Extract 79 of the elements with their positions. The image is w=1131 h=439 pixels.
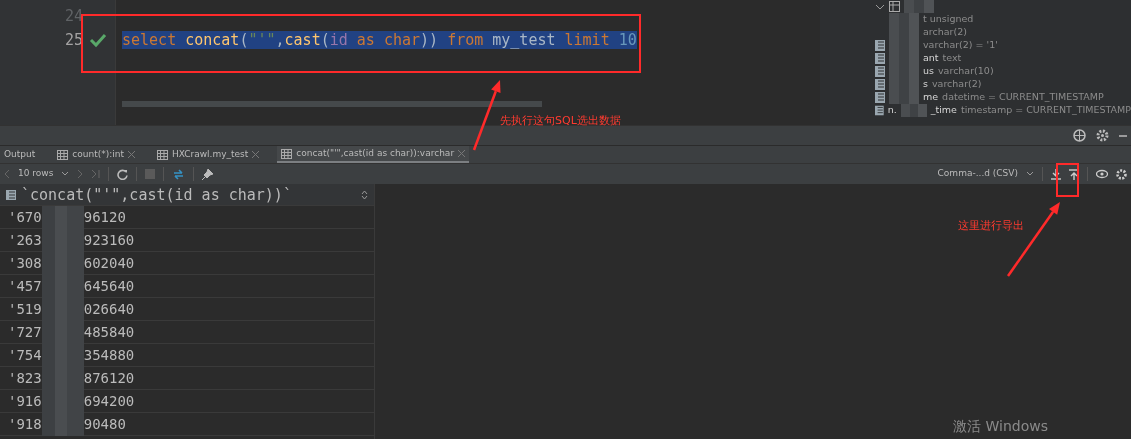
- column-type: timestamp = CURRENT_TIMESTAMP: [960, 103, 1131, 118]
- blurred-area: [889, 91, 919, 104]
- transaction-icon[interactable]: [172, 167, 186, 181]
- cell-text: '916: [8, 393, 42, 409]
- column-icon: [875, 40, 885, 51]
- blurred-area: [41, 412, 84, 436]
- download-icon[interactable]: [1051, 168, 1061, 180]
- column-icon: [6, 189, 16, 200]
- cell-text: 485840: [83, 324, 135, 340]
- cell-text: 694200: [83, 393, 135, 409]
- cell-text: 96120: [83, 209, 126, 225]
- settings-icon[interactable]: [1096, 129, 1109, 142]
- close-icon[interactable]: [252, 151, 260, 158]
- column-name: s: [923, 77, 928, 92]
- cell-text: 923160: [83, 232, 135, 248]
- column-name: n.: [887, 103, 897, 118]
- column-type: datetime = CURRENT_TIMESTAMP: [942, 90, 1104, 105]
- result-tab[interactable]: Output: [0, 146, 40, 163]
- scrollbar[interactable]: [122, 101, 542, 107]
- cell-text: 876120: [83, 370, 135, 386]
- column-type: varchar(10): [938, 64, 994, 79]
- column-icon: [875, 92, 885, 103]
- column-icon: [875, 79, 885, 90]
- cell-text: '670: [8, 209, 42, 225]
- column-header[interactable]: `concat("'",cast(id as char))`: [0, 184, 374, 206]
- result-tab[interactable]: concat("'",cast(id as char)):varchar: [277, 146, 470, 163]
- annotation-text: 这里进行导出: [958, 218, 1024, 234]
- upload-icon[interactable]: [1069, 168, 1079, 180]
- caret-icon[interactable]: [61, 171, 70, 177]
- blurred-area: [41, 205, 84, 229]
- cell-text: '263: [8, 232, 42, 248]
- format-dropdown[interactable]: Comma-...d (CSV): [937, 167, 1018, 181]
- cell-text: '519: [8, 301, 42, 317]
- cell-text: '823: [8, 370, 42, 386]
- cell-text: '727: [8, 324, 42, 340]
- cell-text: 026640: [83, 301, 135, 317]
- cell-text: '308: [8, 255, 42, 271]
- column-name: _time: [930, 103, 957, 118]
- column-type: t unsigned: [923, 12, 974, 27]
- cell-text: 645640: [83, 278, 135, 294]
- cell-text: '754: [8, 347, 42, 363]
- activation-notice: 激活 Windows: [953, 417, 1048, 436]
- caret-icon[interactable]: [1026, 171, 1034, 177]
- blurred-area: [889, 13, 919, 26]
- column-type: text: [942, 51, 962, 66]
- column-type: varchar(2): [931, 77, 982, 92]
- close-icon[interactable]: [458, 150, 466, 157]
- close-icon[interactable]: [127, 151, 135, 158]
- column-type: archar(2): [923, 25, 967, 40]
- column-type: varchar(2) = '1': [923, 38, 998, 53]
- cell-text: '457: [8, 278, 42, 294]
- cell-text: 602040: [83, 255, 135, 271]
- cell-text: 90480: [83, 416, 126, 432]
- annotation-text: 先执行这句SQL选出数据: [500, 113, 621, 129]
- table-icon: [57, 149, 69, 160]
- result-tab[interactable]: HXCrawl.my_test: [152, 146, 264, 163]
- column-name: ant: [923, 51, 939, 66]
- pin-icon[interactable]: [202, 168, 214, 180]
- blurred-area: [900, 104, 927, 117]
- table-icon: [889, 1, 900, 12]
- cell-text: 354880: [83, 347, 135, 363]
- eye-icon[interactable]: [1096, 169, 1108, 179]
- table-icon: [281, 148, 293, 159]
- blurred-area: [904, 0, 934, 13]
- refresh-icon[interactable]: [117, 168, 129, 180]
- settings-icon[interactable]: [1116, 168, 1127, 180]
- rows-dropdown[interactable]: 10 rows: [18, 167, 54, 181]
- cell-text: '918: [8, 416, 42, 432]
- column-icon: [875, 66, 885, 77]
- table-icon: [156, 149, 168, 160]
- column-name: us: [923, 64, 934, 79]
- sort-icon[interactable]: [361, 189, 368, 200]
- result-tab[interactable]: count(*):int: [53, 146, 139, 163]
- column-icon: [875, 105, 884, 116]
- column-icon: [875, 53, 885, 64]
- column-name: me: [923, 90, 939, 105]
- crosshair-icon[interactable]: [1073, 129, 1086, 142]
- highlight-frame: [1056, 163, 1079, 197]
- arrow: [472, 80, 501, 151]
